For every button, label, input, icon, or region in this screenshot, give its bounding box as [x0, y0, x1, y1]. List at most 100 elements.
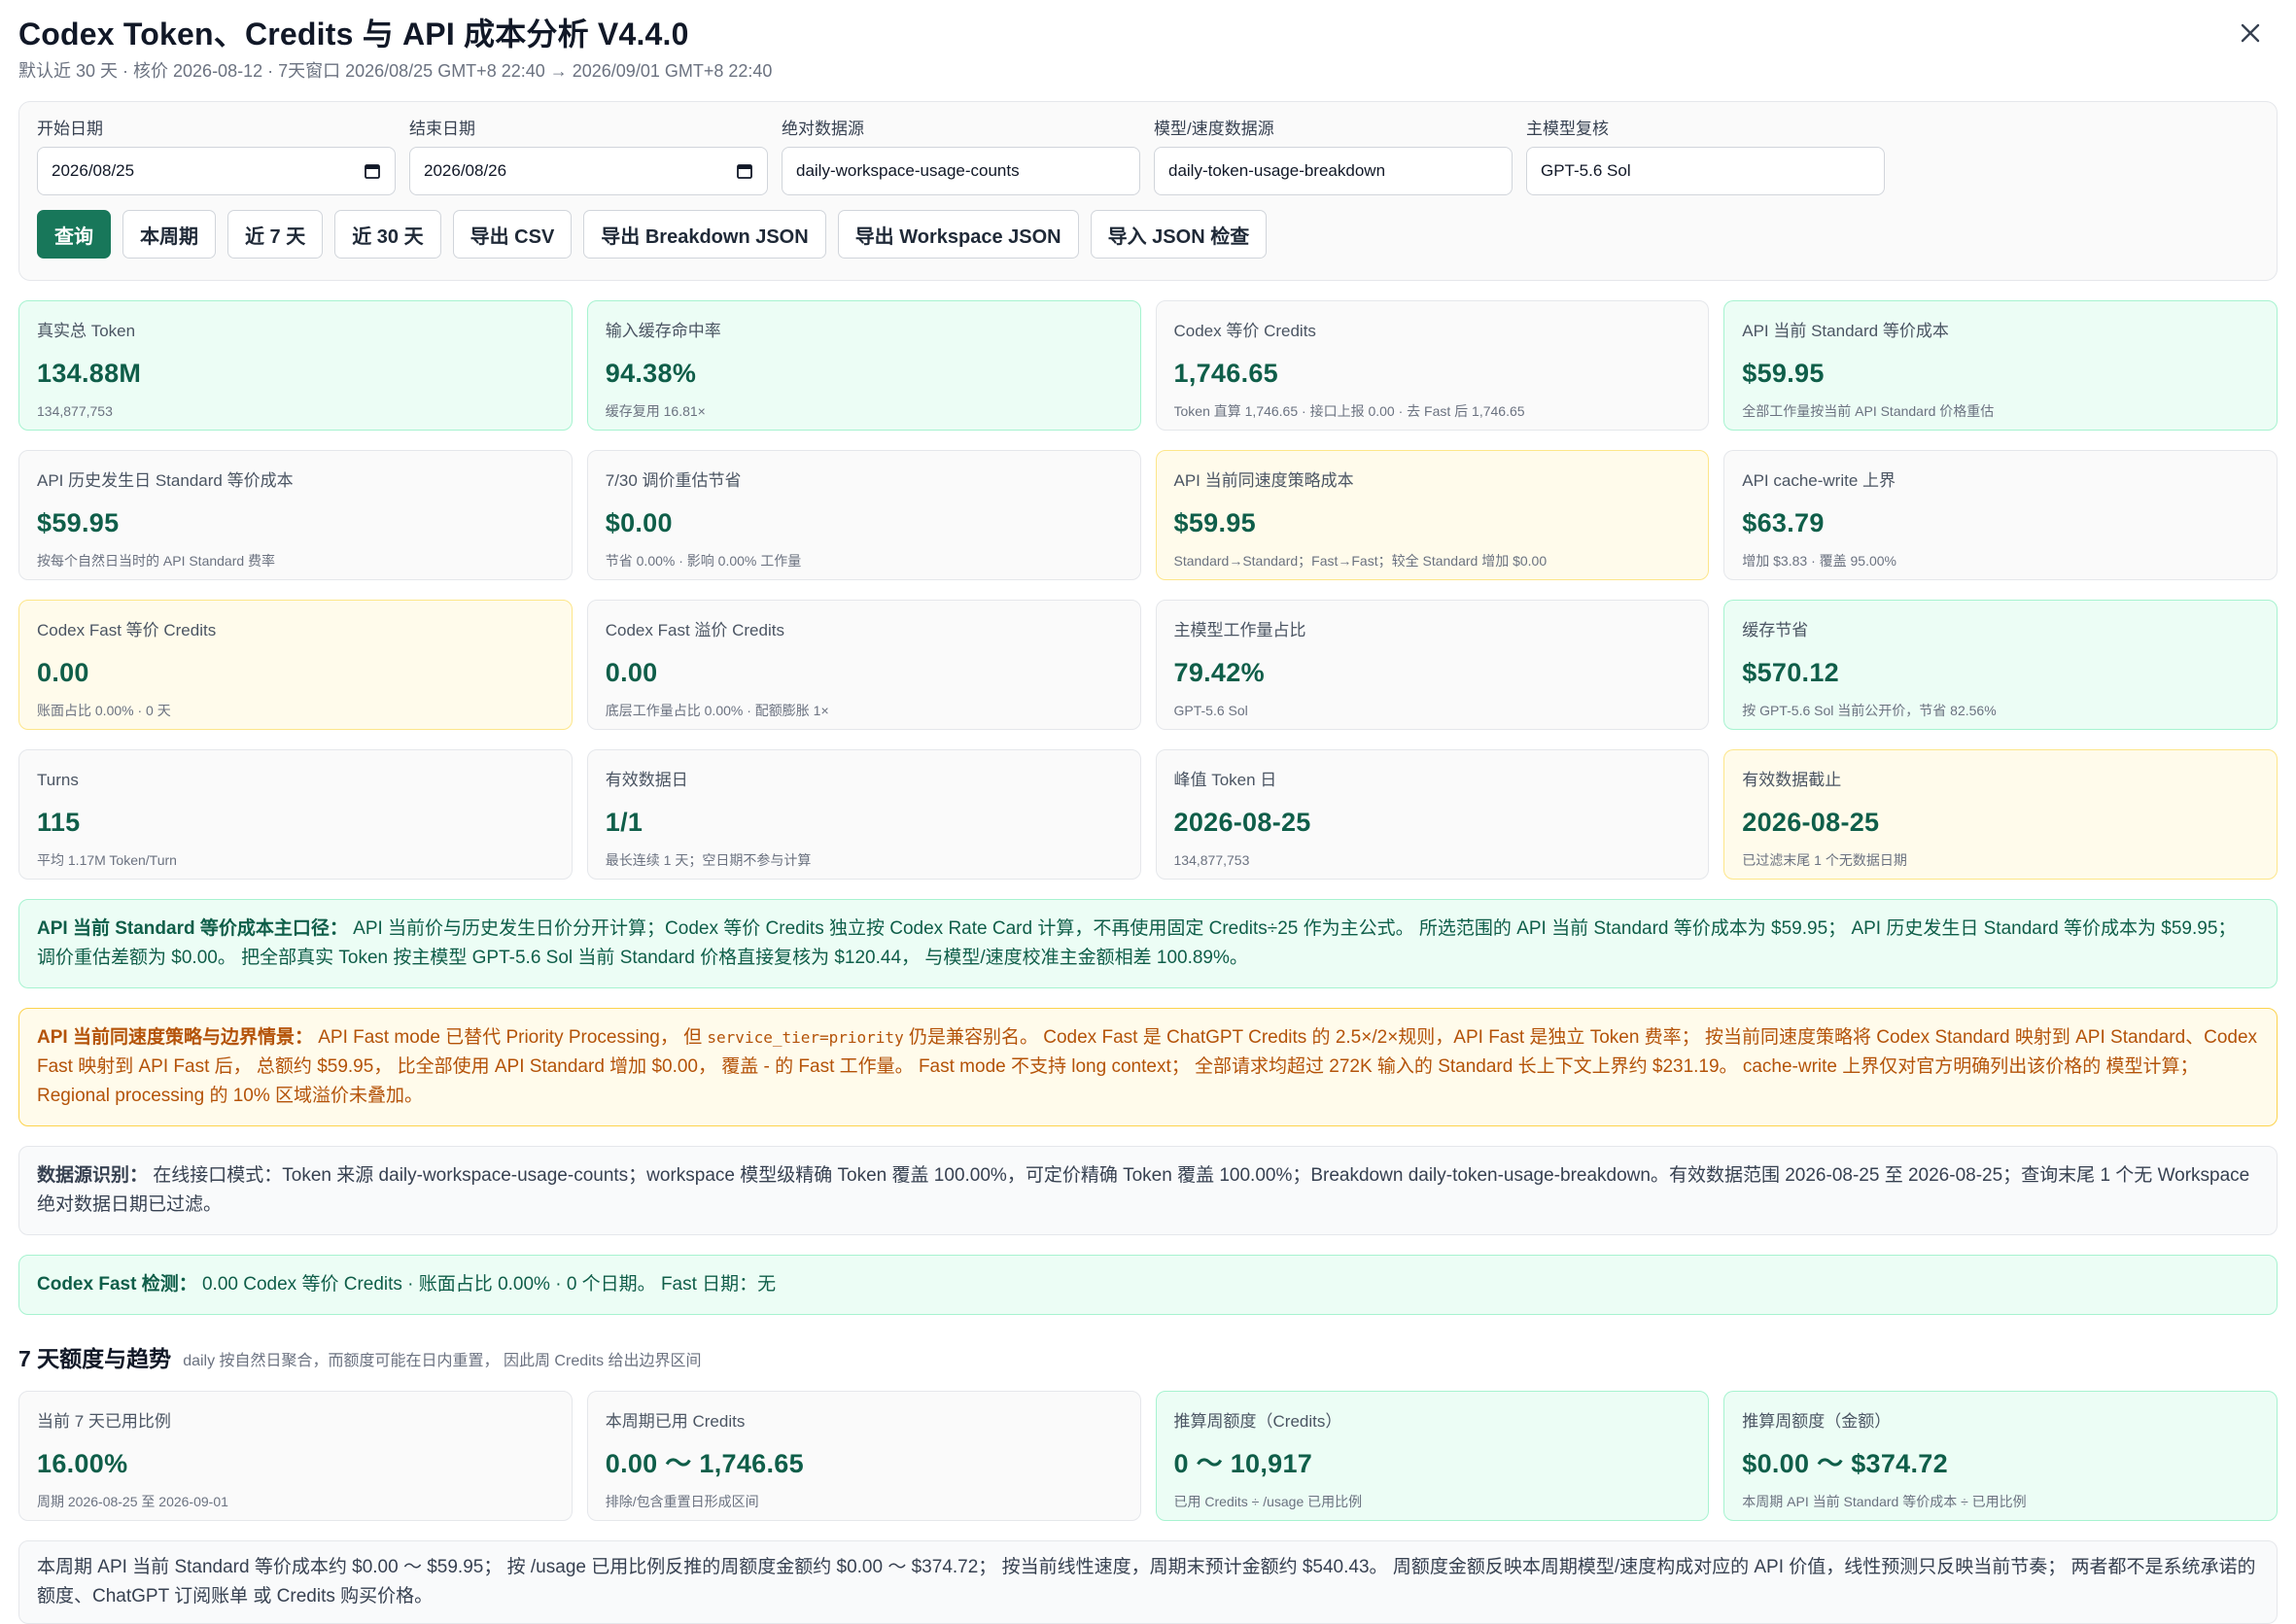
notice-text: API 当前价与历史发生日价分开计算；Codex 等价 Credits 独立按 …	[37, 918, 2237, 968]
export-csv-button[interactable]: 导出 CSV	[452, 210, 573, 259]
metric-value: 2026-08-25	[1742, 808, 1880, 837]
absolute-source-label: 绝对数据源	[782, 120, 864, 138]
metric-card-cache-write-upper: API cache-write 上界 $63.79 增加 $3.83 · 覆盖 …	[1723, 450, 2278, 580]
metric-sub: 按 GPT-5.6 Sol 当前公开价，节省 82.56%	[1742, 703, 1997, 718]
metric-label: API 历史发生日 Standard 等价成本	[37, 471, 294, 490]
metric-sub: 全部工作量按当前 API Standard 价格重估	[1742, 403, 1995, 419]
metric-label: 推算周额度（Credits）	[1173, 1412, 1342, 1431]
metric-value: $63.79	[1742, 508, 1825, 537]
metric-sub: 账面占比 0.00% · 0 天	[37, 703, 171, 718]
metric-card-fast-premium: Codex Fast 溢价 Credits 0.00 底层工作量占比 0.00%…	[586, 600, 1141, 730]
action-buttons: 查询 本周期 近 7 天 近 30 天 导出 CSV 导出 Breakdown …	[37, 210, 2259, 259]
metric-label: 缓存节省	[1742, 621, 1809, 639]
metric-card-codex-credits: Codex 等价 Credits 1,746.65 Token 直算 1,746…	[1155, 300, 1710, 431]
notice-text: 本周期 API 当前 Standard 等价成本约 $0.00 ～ $59.95…	[37, 1557, 2256, 1607]
metric-label: 推算周额度（金额）	[1742, 1412, 1892, 1431]
metric-sub: 已过滤末尾 1 个无数据日期	[1742, 852, 1907, 868]
main-model-value: GPT-5.6 Sol	[1541, 161, 1631, 180]
notice-weekly-summary: 本周期 API 当前 Standard 等价成本约 $0.00 ～ $59.95…	[18, 1540, 2278, 1624]
metric-value: 79.42%	[1173, 658, 1265, 687]
notice-data-source: 数据源识别： 在线接口模式：Token 来源 daily-workspace-u…	[18, 1146, 2278, 1235]
absolute-source-value: daily-workspace-usage-counts	[796, 161, 1020, 180]
metric-card-week-credits: 本周期已用 Credits 0.00 ～ 1,746.65 排除/包含重置日形成…	[586, 1391, 1141, 1521]
close-icon	[2241, 23, 2260, 43]
query-panel: 开始日期 2026/08/25 结束日期 2026/08/26 绝对数据源 da…	[18, 101, 2278, 281]
metric-value: $59.95	[1742, 359, 1825, 388]
start-date-input[interactable]: 2026/08/25	[37, 147, 396, 195]
metrics-grid: 真实总 Token 134.88M 134,877,753 输入缓存命中率 94…	[18, 300, 2278, 880]
metric-label: API cache-write 上界	[1742, 471, 1896, 490]
dialog-header: Codex Token、Credits 与 API 成本分析 V4.4.0 默认…	[18, 0, 2278, 101]
metric-value: 115	[37, 808, 81, 837]
metric-card-repricing-savings: 7/30 调价重估节省 $0.00 节省 0.00% · 影响 0.00% 工作…	[586, 450, 1141, 580]
export-breakdown-json-button[interactable]: 导出 Breakdown JSON	[583, 210, 826, 259]
query-button[interactable]: 查询	[37, 210, 111, 259]
absolute-source-field: 绝对数据源 daily-workspace-usage-counts	[782, 118, 1140, 195]
metric-value: 2026-08-25	[1173, 808, 1311, 837]
page-title: Codex Token、Credits 与 API 成本分析 V4.4.0	[18, 17, 689, 52]
metric-label: 峰值 Token 日	[1173, 771, 1277, 789]
metric-sub: GPT-5.6 Sol	[1173, 703, 1248, 718]
metric-sub: 节省 0.00% · 影响 0.00% 工作量	[605, 553, 802, 569]
calendar-icon[interactable]	[364, 162, 381, 180]
metric-label: 有效数据截止	[1742, 771, 1842, 789]
notice-title: API 当前同速度策略与边界情景：	[37, 1027, 313, 1048]
analysis-dialog: Codex Token、Credits 与 API 成本分析 V4.4.0 默认…	[0, 0, 2296, 1624]
metric-value: $59.95	[1173, 508, 1256, 537]
start-date-field: 开始日期 2026/08/25	[37, 118, 396, 195]
model-source-input[interactable]: daily-token-usage-breakdown	[1154, 147, 1513, 195]
metric-sub: 底层工作量占比 0.00% · 配额膨胀 1×	[605, 703, 829, 718]
metric-label: Codex Fast 溢价 Credits	[605, 621, 784, 639]
notice-title: API 当前 Standard 等价成本主口径：	[37, 918, 348, 939]
import-json-button[interactable]: 导入 JSON 检查	[1090, 210, 1268, 259]
metric-value: $570.12	[1742, 658, 1839, 687]
metric-card-week-quota-credits: 推算周额度（Credits） 0 ～ 10,917 已用 Credits ÷ /…	[1155, 1391, 1710, 1521]
metric-label: Codex 等价 Credits	[1173, 322, 1316, 340]
model-source-value: daily-token-usage-breakdown	[1168, 161, 1386, 180]
calendar-icon[interactable]	[736, 162, 753, 180]
metric-value: $0.00	[605, 508, 673, 537]
metric-card-valid-days: 有效数据日 1/1 最长连续 1 天；空日期不参与计算	[586, 749, 1141, 880]
main-model-input[interactable]: GPT-5.6 Sol	[1526, 147, 1885, 195]
notice-title: 数据源识别：	[37, 1165, 149, 1186]
metric-value: 0.00 ～ 1,746.65	[605, 1449, 804, 1478]
end-date-value: 2026/08/26	[424, 161, 507, 180]
metric-card-total-token: 真实总 Token 134.88M 134,877,753	[18, 300, 573, 431]
metric-label: 主模型工作量占比	[1173, 621, 1306, 639]
metric-sub: 周期 2026-08-25 至 2026-09-01	[37, 1494, 228, 1509]
last-7-days-button[interactable]: 近 7 天	[227, 210, 324, 259]
absolute-source-input[interactable]: daily-workspace-usage-counts	[782, 147, 1140, 195]
metric-card-cache-hit: 输入缓存命中率 94.38% 缓存复用 16.81×	[586, 300, 1141, 431]
metric-card-same-speed-cost: API 当前同速度策略成本 $59.95 Standard→Standard；F…	[1155, 450, 1710, 580]
metric-label: API 当前 Standard 等价成本	[1742, 322, 1949, 340]
metric-value: 134.88M	[37, 359, 142, 388]
metric-sub: 平均 1.17M Token/Turn	[37, 852, 177, 868]
metric-label: Turns	[37, 771, 79, 789]
metric-sub: 已用 Credits ÷ /usage 已用比例	[1173, 1494, 1363, 1509]
metric-card-main-model-share: 主模型工作量占比 79.42% GPT-5.6 Sol	[1155, 600, 1710, 730]
metric-sub: 按每个自然日当时的 API Standard 费率	[37, 553, 276, 569]
page-subtitle: 默认近 30 天 · 核价 2026-08-12 · 7天窗口 2026/08/…	[18, 61, 773, 81]
metric-value: $0.00 ～ $374.72	[1742, 1449, 1948, 1478]
notice-text: 0.00 Codex 等价 Credits · 账面占比 0.00% · 0 个…	[201, 1274, 777, 1295]
end-date-input[interactable]: 2026/08/26	[409, 147, 768, 195]
metric-card-fast-credits: Codex Fast 等价 Credits 0.00 账面占比 0.00% · …	[18, 600, 573, 730]
export-workspace-json-button[interactable]: 导出 Workspace JSON	[837, 210, 1079, 259]
notice-standard-cost: API 当前 Standard 等价成本主口径： API 当前价与历史发生日价分…	[18, 899, 2278, 988]
metric-label: 当前 7 天已用比例	[37, 1412, 171, 1431]
metric-value: 1,746.65	[1173, 359, 1278, 388]
service-tier-code: service_tier=priority	[707, 1028, 904, 1047]
main-model-field: 主模型复核 GPT-5.6 Sol	[1526, 118, 1885, 195]
notice-fast-scenario: API 当前同速度策略与边界情景： API Fast mode 已替代 Prio…	[18, 1008, 2278, 1126]
metric-card-peak-day: 峰值 Token 日 2026-08-25 134,877,753	[1155, 749, 1710, 880]
last-30-days-button[interactable]: 近 30 天	[334, 210, 441, 259]
metric-label: 有效数据日	[605, 771, 688, 789]
metric-value: 16.00%	[37, 1449, 128, 1478]
notice-text: 在线接口模式：Token 来源 daily-workspace-usage-co…	[37, 1165, 2250, 1215]
end-date-field: 结束日期 2026/08/26	[409, 118, 768, 195]
metric-label: 真实总 Token	[37, 322, 136, 340]
this-week-button[interactable]: 本周期	[122, 210, 216, 259]
close-button[interactable]	[2229, 12, 2272, 54]
start-date-label: 开始日期	[37, 120, 103, 138]
notice-text: API Fast mode 已替代 Priority Processing， 但	[318, 1027, 703, 1048]
